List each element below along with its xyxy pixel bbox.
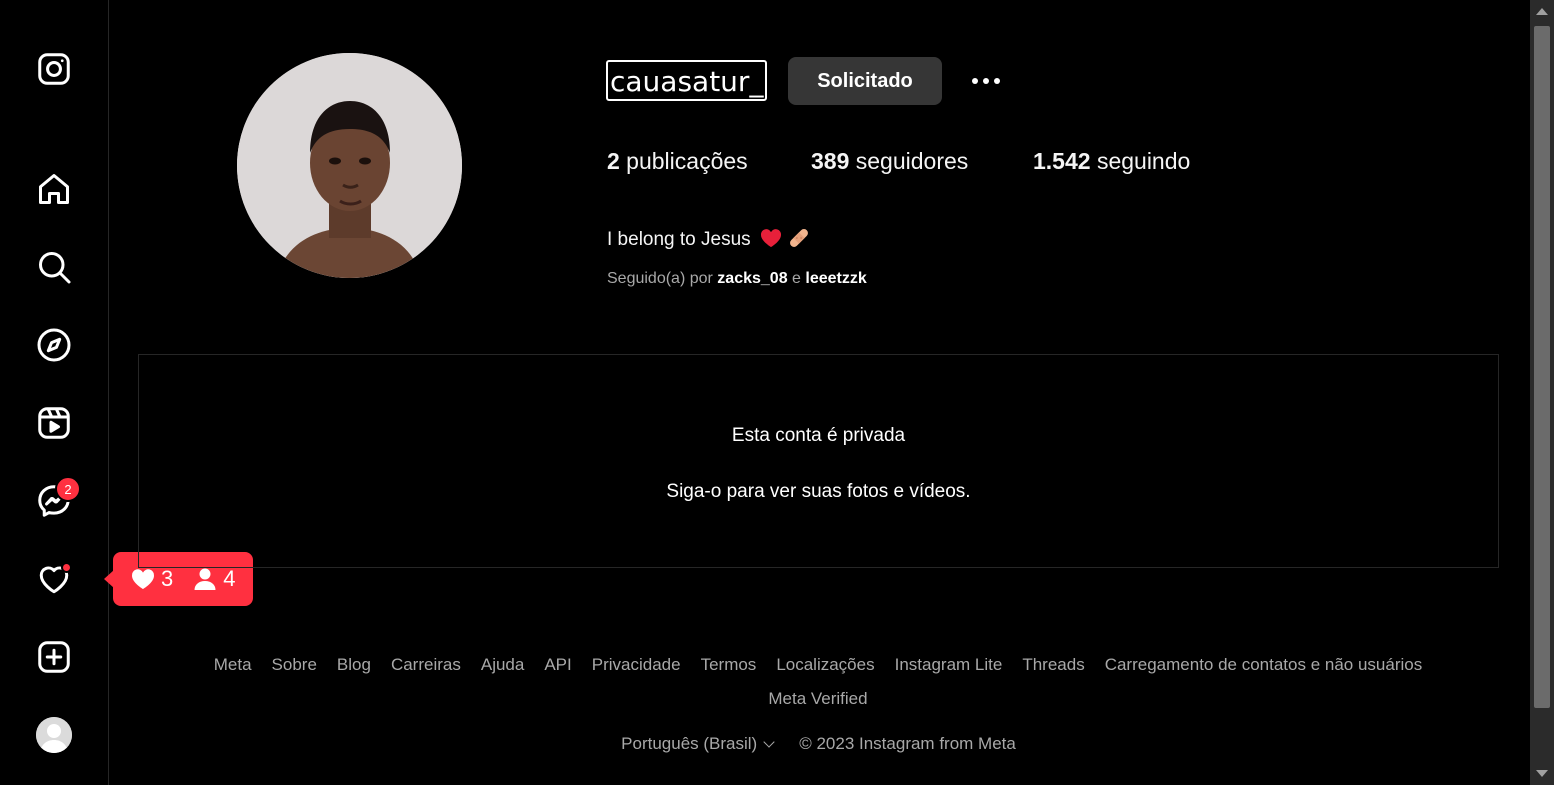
private-account-box: Esta conta é privada Siga-o para ver sua…: [138, 354, 1499, 568]
user-icon: [194, 568, 216, 590]
copyright: © 2023 Instagram from Meta: [799, 734, 1016, 753]
home-icon[interactable]: [34, 169, 74, 209]
footer-link[interactable]: Privacidade: [592, 655, 681, 674]
private-title: Esta conta é privada: [731, 425, 906, 446]
footer-link[interactable]: Sobre: [272, 655, 317, 674]
footer-link[interactable]: Instagram Lite: [895, 655, 1003, 674]
mutual-user-2[interactable]: leeetzzk: [805, 270, 866, 287]
footer-link[interactable]: Termos: [701, 655, 757, 674]
private-subtitle: Siga-o para ver suas fotos e vídeos.: [666, 481, 971, 502]
footer-link[interactable]: API: [544, 655, 571, 674]
profile-picture[interactable]: [237, 53, 462, 278]
footer-link[interactable]: Carreiras: [391, 655, 461, 674]
bio-text: I belong to Jesus: [607, 229, 751, 250]
messages-badge: 2: [55, 476, 81, 502]
scroll-down-icon[interactable]: [1536, 770, 1548, 777]
followed-by[interactable]: Seguido(a) por zacks_08 e leeetzzk: [607, 270, 867, 288]
followers-stat[interactable]: 389 seguidores: [811, 148, 968, 175]
notification-dot: [61, 562, 72, 573]
footer-link[interactable]: Threads: [1022, 655, 1084, 674]
scrollbar[interactable]: [1530, 0, 1554, 785]
footer-link[interactable]: Meta: [214, 655, 252, 674]
red-heart-icon: [760, 229, 781, 248]
bandage-icon: [790, 229, 809, 247]
follows-count: 4: [223, 566, 236, 591]
footer-links: Meta Sobre Blog Carreiras Ajuda API Privacidad…: [150, 648, 1486, 716]
heart-filled-icon: [131, 569, 155, 589]
scroll-thumb[interactable]: [1534, 26, 1550, 708]
compass-icon[interactable]: [34, 325, 74, 365]
footer-link[interactable]: Meta Verified: [768, 689, 867, 708]
footer-link[interactable]: Localizações: [776, 655, 874, 674]
instagram-icon[interactable]: [34, 49, 74, 89]
footer-link[interactable]: Blog: [337, 655, 371, 674]
following-stat[interactable]: 1.542 seguindo: [1033, 148, 1190, 175]
more-options-icon[interactable]: [966, 68, 1006, 94]
footer-bottom: Português (Brasil) © 2023 Instagram from …: [0, 734, 1554, 754]
sidebar: 2: [0, 0, 109, 785]
search-icon[interactable]: [34, 247, 74, 287]
mutual-user-1[interactable]: zacks_08: [717, 270, 787, 287]
footer-link[interactable]: Carregamento de contatos e não usuários: [1105, 655, 1423, 674]
language-select[interactable]: Português (Brasil): [621, 734, 775, 753]
posts-stat[interactable]: 2 publicações: [607, 148, 748, 175]
footer-link[interactable]: Ajuda: [481, 655, 524, 674]
username[interactable]: cauasatur_: [606, 60, 768, 101]
scroll-up-icon[interactable]: [1536, 8, 1548, 15]
plus-square-icon[interactable]: [34, 637, 74, 677]
likes-count: 3: [161, 566, 174, 591]
requested-button[interactable]: Solicitado: [788, 57, 942, 105]
chevron-down-icon: [763, 736, 775, 748]
reels-icon[interactable]: [34, 403, 74, 443]
bio: I belong to Jesus: [607, 226, 811, 251]
